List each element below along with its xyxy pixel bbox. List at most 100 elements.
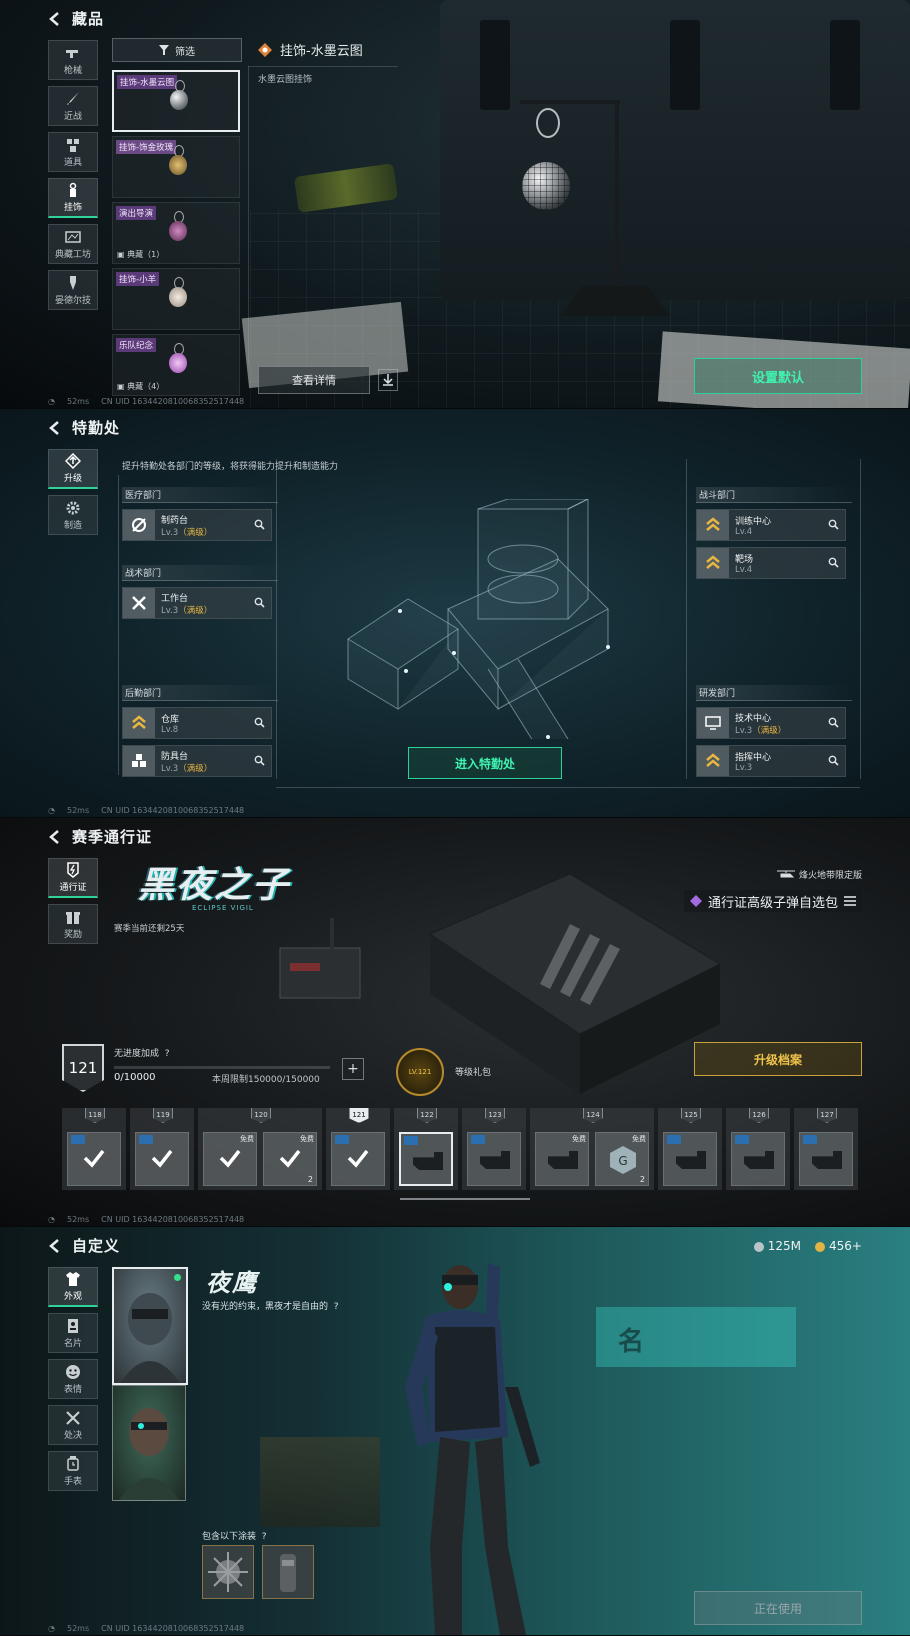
reward-slot[interactable]: 免费 bbox=[203, 1132, 257, 1186]
skin-slot[interactable] bbox=[202, 1545, 254, 1599]
list-item[interactable]: 乐队纪念 ▣ 典藏（4） bbox=[112, 334, 240, 396]
facility-name: 仓库 bbox=[161, 714, 180, 725]
nav-item-skill[interactable]: 晏德尔技 bbox=[48, 270, 98, 310]
operator-portrait[interactable] bbox=[112, 1385, 186, 1501]
currency-silver[interactable]: 125M bbox=[753, 1239, 801, 1253]
search-icon[interactable] bbox=[254, 717, 265, 728]
case-latch bbox=[670, 20, 700, 110]
download-button[interactable] bbox=[378, 369, 398, 391]
collection-count-text: 典藏（4） bbox=[127, 382, 165, 391]
nav-item-rewards[interactable]: 奖励 bbox=[48, 904, 98, 944]
nav-label: 手表 bbox=[63, 1476, 82, 1487]
tier-121: 121 bbox=[326, 1108, 390, 1190]
list-item[interactable]: 演出导演 ▣ 典藏（1） bbox=[112, 202, 240, 264]
nav-item-emote[interactable]: 表情 bbox=[48, 1359, 98, 1399]
search-icon[interactable] bbox=[828, 519, 839, 530]
search-icon[interactable] bbox=[254, 597, 265, 608]
maxed-badge: （满级） bbox=[178, 763, 213, 774]
back-arrow-icon[interactable] bbox=[48, 420, 62, 435]
nav-item-watch[interactable]: 手表 bbox=[48, 1451, 98, 1491]
nav-item-pass[interactable]: 通行证 bbox=[48, 858, 98, 898]
check-icon bbox=[219, 1149, 241, 1168]
search-icon[interactable] bbox=[254, 519, 265, 530]
help-icon[interactable]: ? bbox=[262, 1532, 267, 1542]
enter-special-ops-button[interactable]: 进入特勤处 bbox=[408, 747, 562, 779]
list-icon[interactable] bbox=[844, 896, 856, 906]
free-tag: 免费 bbox=[240, 1135, 254, 1143]
nav-item-workshop[interactable]: 典藏工坊 bbox=[48, 224, 98, 264]
ping: 52ms bbox=[66, 397, 90, 406]
premium-badge bbox=[471, 1135, 485, 1144]
search-icon[interactable] bbox=[828, 717, 839, 728]
nav-item-charms[interactable]: 挂饰 bbox=[48, 178, 98, 218]
reward-slot[interactable] bbox=[731, 1132, 785, 1186]
facility-storage[interactable]: 仓库 Lv.8 bbox=[122, 707, 272, 739]
reward-slot-selected[interactable] bbox=[399, 1132, 453, 1186]
facility-level: Lv.3（满级） bbox=[735, 724, 786, 736]
facility-tech-center[interactable]: 技术中心 Lv.3（满级） bbox=[696, 707, 846, 739]
help-icon[interactable]: ? bbox=[334, 1302, 339, 1312]
monitor-icon bbox=[697, 708, 729, 738]
nav-item-card[interactable]: 名片 bbox=[48, 1313, 98, 1353]
skin-slot[interactable] bbox=[262, 1545, 314, 1599]
level-gift-icon[interactable]: LV.121 bbox=[396, 1048, 444, 1096]
reward-slot[interactable] bbox=[331, 1132, 385, 1186]
nav-item-outfit[interactable]: 外观 bbox=[48, 1267, 98, 1307]
tier-number: 123 bbox=[485, 1108, 505, 1123]
reward-slot[interactable]: 免费 G 2 bbox=[595, 1132, 649, 1186]
nav-item-items[interactable]: 道具 bbox=[48, 132, 98, 172]
reward-slot[interactable] bbox=[467, 1132, 521, 1186]
dept-label: 医疗部门 bbox=[122, 487, 278, 503]
list-item[interactable]: 挂饰-饰金玫瑰 bbox=[112, 136, 240, 198]
operator-portrait-selected[interactable] bbox=[112, 1267, 188, 1385]
season-remaining: 赛季当前还剩25天 bbox=[114, 924, 185, 934]
back-arrow-icon[interactable] bbox=[48, 1238, 62, 1253]
reward-slot[interactable] bbox=[67, 1132, 121, 1186]
facility-training-center[interactable]: 训练中心 Lv.4 bbox=[696, 509, 846, 541]
facility-workbench[interactable]: 工作台 Lv.3（满级） bbox=[122, 587, 272, 619]
currency-gold[interactable]: 456+ bbox=[815, 1239, 862, 1253]
side-nav: 外观 名片 表情 处决 手表 bbox=[48, 1267, 98, 1491]
nav-item-upgrade[interactable]: 升级 bbox=[48, 449, 98, 489]
operator-name: 夜鹰 bbox=[206, 1269, 258, 1297]
reward-slot[interactable] bbox=[663, 1132, 717, 1186]
facility-command-center[interactable]: 指挥中心 Lv.3 bbox=[696, 745, 846, 777]
gear-icon bbox=[66, 501, 80, 514]
attachment-icon bbox=[413, 1152, 443, 1170]
view-details-button[interactable]: 查看详情 bbox=[258, 366, 370, 394]
maxed-badge: （满级） bbox=[178, 605, 213, 616]
nav-item-execute[interactable]: 处决 bbox=[48, 1405, 98, 1445]
back-arrow-icon[interactable] bbox=[48, 11, 62, 26]
list-item[interactable]: 挂饰-水墨云图 bbox=[112, 70, 240, 132]
tier-track: 118 119 120 免费 免费 2 121 122 123 124 免费 免… bbox=[48, 1108, 863, 1198]
back-arrow-icon[interactable] bbox=[48, 829, 62, 844]
set-default-button[interactable]: 设置默认 bbox=[694, 358, 862, 394]
reward-slot[interactable]: 免费 2 bbox=[263, 1132, 317, 1186]
collection-panel: 藏品 枪械 近战 道具 挂饰 典藏工坊 晏德尔技 筛选 挂饰-水墨云图 挂饰-饰… bbox=[0, 0, 910, 409]
facility-shooting-range[interactable]: 靶场 Lv.4 bbox=[696, 547, 846, 579]
list-item[interactable]: 挂饰-小羊 bbox=[112, 268, 240, 330]
facility-pharmacy[interactable]: 制药台 Lv.3（满级） bbox=[122, 509, 272, 541]
nav-item-guns[interactable]: 枪械 bbox=[48, 40, 98, 80]
nav-item-craft[interactable]: 制造 bbox=[48, 495, 98, 535]
nav-item-melee[interactable]: 近战 bbox=[48, 86, 98, 126]
facility-armor-bench[interactable]: 防具台 Lv.3（满级） bbox=[122, 745, 272, 777]
filter-button[interactable]: 筛选 bbox=[112, 38, 242, 62]
reward-slot[interactable] bbox=[135, 1132, 189, 1186]
charm-list: 挂饰-水墨云图 挂饰-饰金玫瑰 演出导演 ▣ 典藏（1） 挂饰-小羊 乐队纪念 … bbox=[112, 70, 240, 400]
quote-text: 没有光的约束，黑夜才是自由的 bbox=[202, 1302, 329, 1312]
help-icon[interactable]: ? bbox=[165, 1049, 170, 1059]
pack-title[interactable]: 通行证高级子弹自选包 bbox=[683, 890, 862, 912]
upgrade-profile-button[interactable]: 升级档案 bbox=[694, 1042, 862, 1076]
search-icon[interactable] bbox=[254, 755, 265, 766]
item-name: 挂饰-水墨云图 bbox=[117, 75, 178, 89]
reward-slot[interactable]: 免费 bbox=[535, 1132, 589, 1186]
add-xp-button[interactable]: + bbox=[342, 1058, 364, 1080]
tier-number: 122 bbox=[417, 1108, 437, 1123]
xp-label-text: 无进度加成 bbox=[114, 1049, 160, 1059]
tier-scrollbar[interactable] bbox=[400, 1198, 530, 1200]
search-icon[interactable] bbox=[828, 557, 839, 568]
reward-slot[interactable] bbox=[799, 1132, 853, 1186]
search-icon[interactable] bbox=[828, 755, 839, 766]
in-use-button[interactable]: 正在使用 bbox=[694, 1591, 862, 1625]
